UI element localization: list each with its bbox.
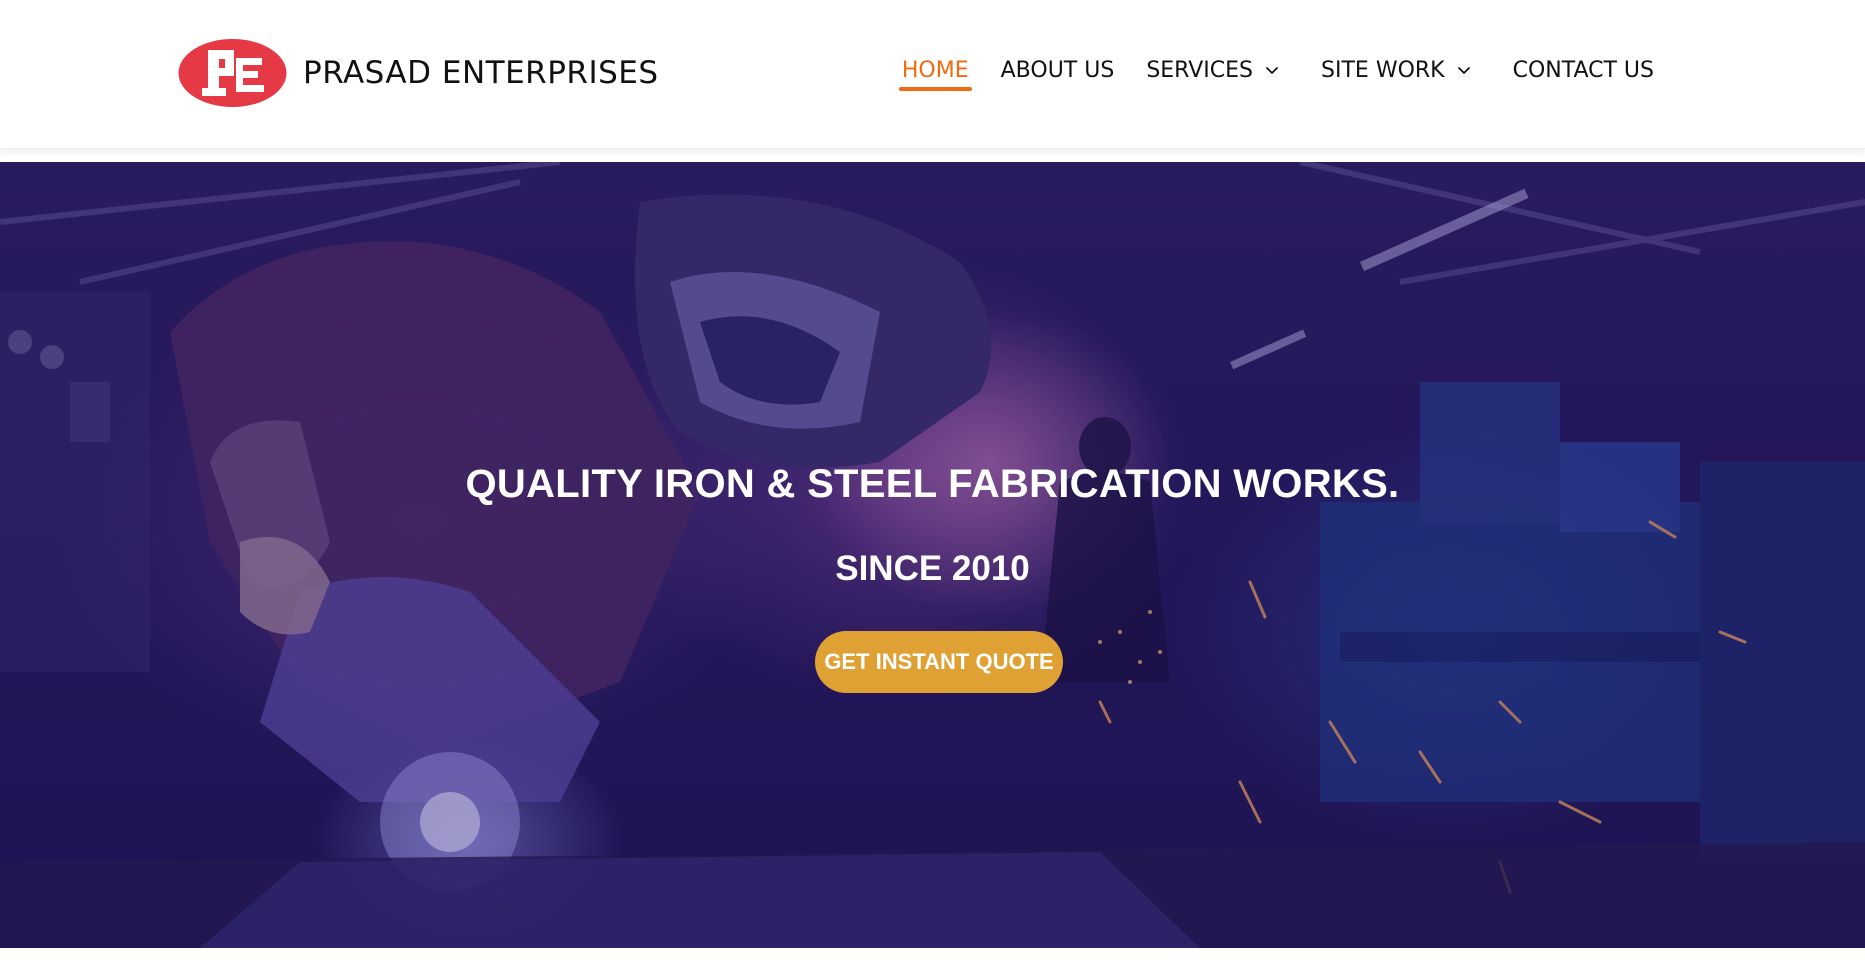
- nav-item-label: HOME: [901, 57, 969, 83]
- main-nav: HOME ABOUT US SERVICES SITE WORK CONTACT…: [898, 50, 1657, 94]
- get-instant-quote-button[interactable]: GET INSTANT QUOTE: [815, 631, 1063, 693]
- nav-item-services[interactable]: SERVICES: [1143, 54, 1284, 91]
- site-header: PRASAD ENTERPRISES HOME ABOUT US SERVICE…: [0, 0, 1865, 149]
- active-underline: [898, 86, 972, 91]
- hero-banner: QUALITY IRON & STEEL FABRICATION WORKS. …: [0, 162, 1865, 948]
- brand-name: PRASAD ENTERPRISES: [303, 55, 659, 91]
- nav-item-contact-us[interactable]: CONTACT US: [1510, 54, 1657, 91]
- chevron-down-icon: [1266, 67, 1278, 74]
- nav-item-site-work[interactable]: SITE WORK: [1318, 54, 1476, 91]
- hero-subtitle: SINCE 2010: [835, 549, 1030, 588]
- company-logo: [178, 39, 287, 107]
- nav-item-label: CONTACT US: [1512, 57, 1654, 83]
- nav-item-home[interactable]: HOME: [898, 54, 972, 91]
- chevron-down-icon: [1457, 67, 1470, 74]
- brand-link[interactable]: PRASAD ENTERPRISES: [178, 38, 659, 108]
- nav-item-label: SITE WORK: [1321, 57, 1445, 83]
- page: PRASAD ENTERPRISES HOME ABOUT US SERVICE…: [0, 0, 1865, 964]
- hero-content: QUALITY IRON & STEEL FABRICATION WORKS. …: [0, 162, 1865, 948]
- nav-item-label: ABOUT US: [1000, 57, 1115, 83]
- page-bottom-strip: [0, 948, 1865, 964]
- nav-item-about-us[interactable]: ABOUT US: [998, 54, 1118, 91]
- nav-item-label: SERVICES: [1146, 57, 1254, 83]
- hero-title: QUALITY IRON & STEEL FABRICATION WORKS.: [465, 462, 1400, 506]
